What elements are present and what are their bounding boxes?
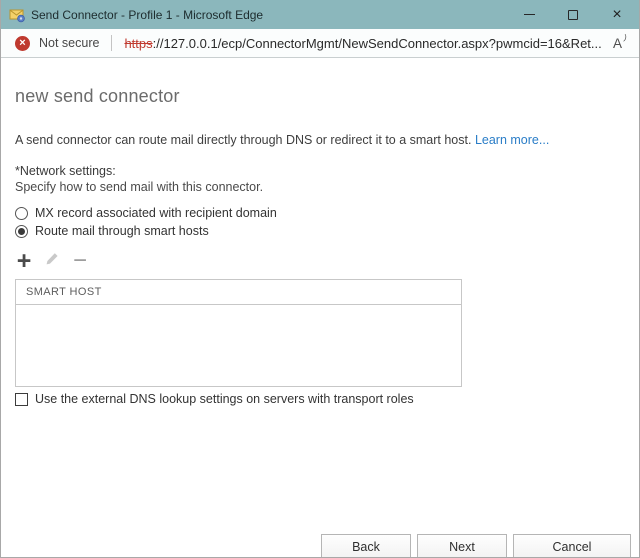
- titlebar[interactable]: Send Connector - Profile 1 - Microsoft E…: [1, 0, 639, 29]
- radio-mx-record[interactable]: MX record associated with recipient doma…: [15, 204, 639, 222]
- remove-icon: −: [73, 251, 87, 271]
- pencil-icon: [44, 251, 60, 272]
- read-aloud-icon: A: [613, 36, 622, 51]
- wizard-footer: Back Next Cancel: [321, 534, 631, 558]
- radio-selected-icon[interactable]: [15, 225, 28, 238]
- radio-mx-record-label: MX record associated with recipient doma…: [35, 206, 277, 220]
- minimize-icon: [524, 14, 535, 15]
- close-button[interactable]: ×: [595, 0, 639, 29]
- smart-host-toolbar: + −: [15, 250, 639, 272]
- badge-x-glyph: ×: [19, 38, 25, 49]
- read-aloud-paren: ): [623, 32, 627, 41]
- url-rest: ://127.0.0.1/ecp/ConnectorMgmt/NewSendCo…: [153, 36, 602, 51]
- network-settings-radio-group: MX record associated with recipient doma…: [15, 204, 639, 240]
- smart-host-list-body[interactable]: [16, 305, 461, 386]
- url-text[interactable]: https://127.0.0.1/ecp/ConnectorMgmt/NewS…: [124, 36, 601, 51]
- maximize-button[interactable]: [551, 0, 595, 29]
- address-separator: [111, 35, 112, 51]
- close-icon: ×: [612, 7, 621, 23]
- not-secure-label[interactable]: Not secure: [39, 36, 99, 50]
- window-title: Send Connector - Profile 1 - Microsoft E…: [31, 8, 263, 22]
- send-connector-favicon-icon: [9, 7, 25, 23]
- cancel-button[interactable]: Cancel: [513, 534, 631, 558]
- page-title: new send connector: [15, 86, 639, 107]
- next-button[interactable]: Next: [417, 534, 507, 558]
- network-settings-label: *Network settings:: [15, 164, 639, 178]
- smart-host-list[interactable]: SMART HOST: [15, 279, 462, 387]
- url-scheme-struck: https: [124, 36, 152, 51]
- network-settings-hint: Specify how to send mail with this conne…: [15, 180, 639, 194]
- back-button[interactable]: Back: [321, 534, 411, 558]
- external-dns-checkbox[interactable]: [15, 393, 28, 406]
- radio-smart-hosts[interactable]: Route mail through smart hosts: [15, 222, 639, 240]
- smart-host-column-header[interactable]: SMART HOST: [16, 280, 461, 305]
- radio-smart-hosts-label: Route mail through smart hosts: [35, 224, 209, 238]
- browser-window: Send Connector - Profile 1 - Microsoft E…: [0, 0, 640, 558]
- intro-sentence: A send connector can route mail directly…: [15, 133, 471, 147]
- not-secure-warning-icon[interactable]: ×: [15, 36, 30, 51]
- window-controls: ×: [507, 0, 639, 29]
- radio-unselected-icon[interactable]: [15, 207, 28, 220]
- intro-text: A send connector can route mail directly…: [15, 131, 593, 150]
- add-smart-host-button[interactable]: +: [15, 250, 33, 272]
- add-icon: +: [17, 251, 32, 271]
- external-dns-checkbox-row[interactable]: Use the external DNS lookup settings on …: [15, 392, 639, 406]
- remove-smart-host-button[interactable]: −: [71, 250, 89, 272]
- minimize-button[interactable]: [507, 0, 551, 29]
- learn-more-link[interactable]: Learn more...: [475, 133, 549, 147]
- maximize-icon: [568, 10, 578, 20]
- page-content: new send connector A send connector can …: [1, 86, 639, 558]
- read-aloud-button[interactable]: A): [613, 36, 627, 51]
- external-dns-checkbox-label: Use the external DNS lookup settings on …: [35, 392, 414, 406]
- address-bar[interactable]: × Not secure https://127.0.0.1/ecp/Conne…: [1, 29, 639, 58]
- edit-smart-host-button[interactable]: [43, 250, 61, 272]
